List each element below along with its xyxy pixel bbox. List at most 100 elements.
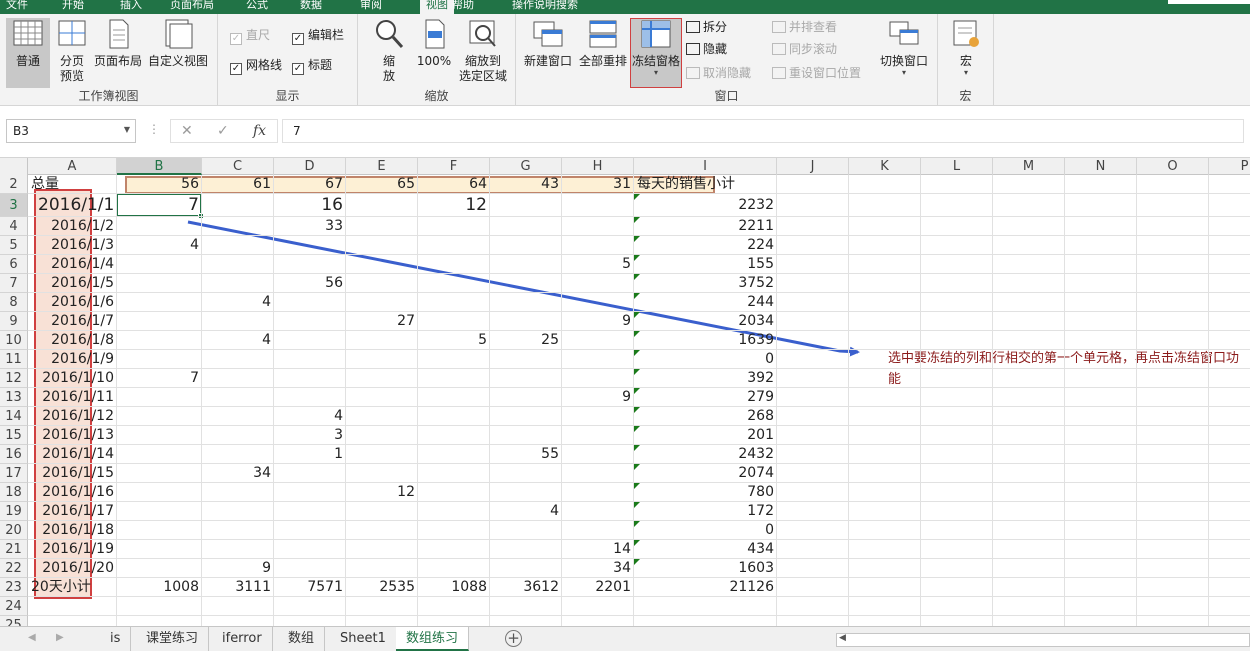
column-header-k[interactable]: K bbox=[849, 158, 921, 175]
horizontal-scrollbar[interactable]: ◀ bbox=[836, 633, 1250, 647]
row-header-16[interactable]: 16 bbox=[0, 445, 28, 464]
sheet-tab[interactable]: 数组练习 bbox=[396, 627, 470, 651]
cell-i23[interactable]: 21126 bbox=[634, 578, 777, 597]
cell-i4[interactable]: 2211 bbox=[634, 217, 777, 236]
ribbon-tab[interactable]: 文件 bbox=[6, 0, 28, 12]
cell-c23[interactable]: 3111 bbox=[202, 578, 274, 597]
error-indicator-icon[interactable] bbox=[634, 369, 640, 375]
cell-area[interactable]: 选中要冻结的列和行相交的第一个单元格，再点击冻结窗口功能 总量 56 61 67 65 6… bbox=[28, 175, 1250, 626]
error-indicator-icon[interactable] bbox=[634, 274, 640, 280]
select-all-corner[interactable] bbox=[0, 158, 28, 175]
cell-h22[interactable]: 34 bbox=[562, 559, 634, 578]
cell-i13[interactable]: 279 bbox=[634, 388, 777, 407]
sheet-tab[interactable]: Sheet1 bbox=[330, 627, 397, 651]
cell-b5[interactable]: 4 bbox=[117, 236, 202, 255]
cell-c17[interactable]: 34 bbox=[202, 464, 274, 483]
row-header-8[interactable]: 8 bbox=[0, 293, 28, 312]
cell-c22[interactable]: 9 bbox=[202, 559, 274, 578]
cell-h21[interactable]: 14 bbox=[562, 540, 634, 559]
ribbon-tab[interactable]: 帮助 bbox=[452, 0, 474, 12]
cell-a7[interactable]: 2016/1/5 bbox=[28, 274, 117, 293]
column-header-h[interactable]: H bbox=[562, 158, 634, 175]
cell-b12[interactable]: 7 bbox=[117, 369, 202, 388]
sheet-tab[interactable]: 数组 bbox=[278, 627, 326, 651]
cell-d2[interactable]: 67 bbox=[274, 175, 346, 194]
chevron-down-icon[interactable]: ▼ bbox=[124, 125, 130, 134]
row-header-7[interactable]: 7 bbox=[0, 274, 28, 293]
cell-c2[interactable]: 61 bbox=[202, 175, 274, 194]
row-header-2[interactable]: 2 bbox=[0, 175, 28, 194]
cell-a21[interactable]: 2016/1/19 bbox=[28, 540, 117, 559]
error-indicator-icon[interactable] bbox=[634, 483, 640, 489]
row-header-12[interactable]: 12 bbox=[0, 369, 28, 388]
cell-h9[interactable]: 9 bbox=[562, 312, 634, 331]
cell-i7[interactable]: 3752 bbox=[634, 274, 777, 293]
row-header-22[interactable]: 22 bbox=[0, 559, 28, 578]
freeze-panes-button[interactable]: 冻结窗格 ▾ bbox=[630, 18, 682, 88]
row-header-21[interactable]: 21 bbox=[0, 540, 28, 559]
error-indicator-icon[interactable] bbox=[634, 426, 640, 432]
ribbon-tab[interactable]: 审阅 bbox=[360, 0, 382, 12]
row-header-20[interactable]: 20 bbox=[0, 521, 28, 540]
row-header-11[interactable]: 11 bbox=[0, 350, 28, 369]
sheet-tab[interactable]: is bbox=[100, 627, 132, 651]
synchronous-scrolling-button[interactable]: 同步滚动 bbox=[772, 40, 837, 58]
cell-i18[interactable]: 780 bbox=[634, 483, 777, 502]
cell-a15[interactable]: 2016/1/13 bbox=[28, 426, 117, 445]
cell-g23[interactable]: 3612 bbox=[490, 578, 562, 597]
zoom-button[interactable]: 缩 放 bbox=[372, 18, 406, 84]
cell-f3[interactable]: 12 bbox=[418, 194, 490, 217]
page-break-preview-button[interactable]: 分页 预览 bbox=[54, 18, 90, 84]
error-indicator-icon[interactable] bbox=[634, 236, 640, 242]
cell-i6[interactable]: 155 bbox=[634, 255, 777, 274]
error-indicator-icon[interactable] bbox=[634, 445, 640, 451]
error-indicator-icon[interactable] bbox=[634, 521, 640, 527]
scroll-left-icon[interactable]: ◀ bbox=[28, 632, 36, 643]
sheet-tab[interactable]: iferror bbox=[212, 627, 273, 651]
cell-d23[interactable]: 7571 bbox=[274, 578, 346, 597]
row-header-5[interactable]: 5 bbox=[0, 236, 28, 255]
gridlines-checkbox[interactable]: ✓ 网格线 bbox=[230, 56, 282, 75]
scroll-right-icon[interactable]: ▶ bbox=[56, 632, 64, 643]
cell-a11[interactable]: 2016/1/9 bbox=[28, 350, 117, 369]
cell-h13[interactable]: 9 bbox=[562, 388, 634, 407]
cell-d7[interactable]: 56 bbox=[274, 274, 346, 293]
error-indicator-icon[interactable] bbox=[634, 388, 640, 394]
row-header-9[interactable]: 9 bbox=[0, 312, 28, 331]
cell-a8[interactable]: 2016/1/6 bbox=[28, 293, 117, 312]
resize-handle-icon[interactable]: ⋮ bbox=[148, 122, 160, 136]
cell-e18[interactable]: 12 bbox=[346, 483, 418, 502]
macros-button[interactable]: 宏 ▾ bbox=[948, 18, 984, 77]
error-indicator-icon[interactable] bbox=[634, 194, 640, 200]
cell-e23[interactable]: 2535 bbox=[346, 578, 418, 597]
zoom-to-selection-button[interactable]: 缩放到 选定区域 bbox=[456, 18, 510, 84]
row-header-14[interactable]: 14 bbox=[0, 407, 28, 426]
cell-i14[interactable]: 268 bbox=[634, 407, 777, 426]
cell-i8[interactable]: 244 bbox=[634, 293, 777, 312]
cell-a16[interactable]: 2016/1/14 bbox=[28, 445, 117, 464]
sheet-tab[interactable]: 课堂练习 bbox=[136, 627, 210, 651]
row-header-23[interactable]: 23 bbox=[0, 578, 28, 597]
column-header-p[interactable]: P bbox=[1209, 158, 1250, 175]
cell-i20[interactable]: 0 bbox=[634, 521, 777, 540]
custom-views-button[interactable]: 自定义视图 bbox=[146, 18, 210, 69]
cell-a2[interactable]: 总量 bbox=[28, 175, 117, 194]
cell-a14[interactable]: 2016/1/12 bbox=[28, 407, 117, 426]
cell-d16[interactable]: 1 bbox=[274, 445, 346, 464]
cell-i21[interactable]: 434 bbox=[634, 540, 777, 559]
cell-e2[interactable]: 65 bbox=[346, 175, 418, 194]
column-header-o[interactable]: O bbox=[1137, 158, 1209, 175]
cell-a6[interactable]: 2016/1/4 bbox=[28, 255, 117, 274]
error-indicator-icon[interactable] bbox=[634, 407, 640, 413]
error-indicator-icon[interactable] bbox=[634, 464, 640, 470]
cell-i12[interactable]: 392 bbox=[634, 369, 777, 388]
column-header-g[interactable]: G bbox=[490, 158, 562, 175]
cell-b23[interactable]: 1008 bbox=[117, 578, 202, 597]
cancel-icon[interactable]: ✕ bbox=[181, 123, 193, 139]
error-indicator-icon[interactable] bbox=[634, 255, 640, 261]
scroll-left-icon[interactable]: ◀ bbox=[839, 633, 846, 643]
formula-bar-checkbox[interactable]: ✓ 编辑栏 bbox=[292, 26, 344, 45]
row-header-10[interactable]: 10 bbox=[0, 331, 28, 350]
column-header-i[interactable]: I bbox=[634, 158, 777, 175]
cell-a20[interactable]: 2016/1/18 bbox=[28, 521, 117, 540]
